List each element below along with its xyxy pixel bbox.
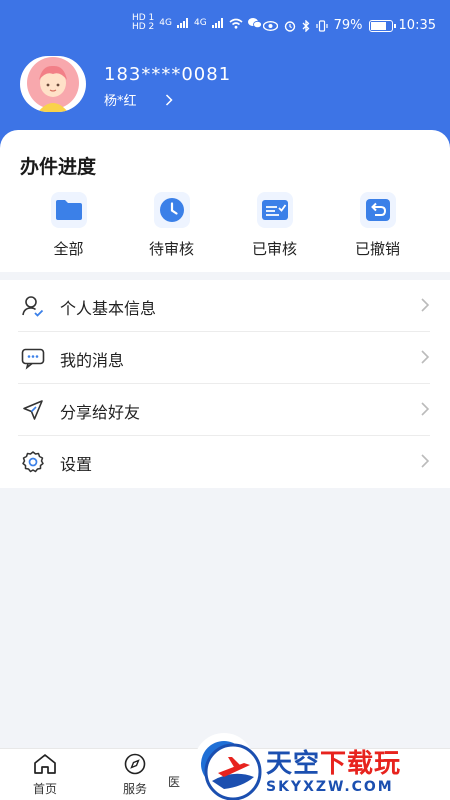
message-icon — [21, 348, 45, 370]
menu-item-share[interactable]: 分享给好友 — [0, 384, 450, 436]
chevron-right-icon — [421, 402, 430, 416]
signal-icon-2 — [211, 18, 223, 28]
eye-icon — [262, 20, 278, 31]
tab-label: 首页 — [32, 782, 57, 796]
avatar-girl-icon — [27, 57, 79, 112]
wifi-icon — [229, 18, 243, 29]
network-label-2: 4G — [194, 18, 207, 28]
progress-item-revoked[interactable]: 已撤销 — [326, 192, 429, 259]
progress-label: 已撤销 — [354, 240, 400, 258]
progress-item-approved[interactable]: 已审核 — [223, 192, 326, 259]
wechat-icon — [247, 18, 262, 29]
alarm-icon — [284, 20, 295, 32]
tab-service[interactable]: 服务 — [105, 753, 165, 797]
user-icon — [22, 296, 44, 317]
avatar[interactable] — [20, 56, 86, 112]
menu-label: 设置 — [60, 455, 93, 474]
watermark-logo-icon — [204, 743, 262, 800]
signal-icon — [177, 18, 188, 28]
user-name: 杨*红 — [104, 94, 137, 109]
vibrate-icon — [316, 19, 328, 32]
menu-item-settings[interactable]: 设置 — [0, 436, 450, 488]
battery-percent: 79% — [333, 18, 363, 33]
battery-icon — [368, 19, 396, 32]
tab-label: 医 — [168, 775, 181, 789]
menu-list: 个人基本信息 我的消息 分享给好友 设置 — [0, 280, 450, 488]
menu-label: 我的消息 — [60, 351, 125, 370]
progress-label: 全部 — [53, 240, 84, 258]
progress-item-all[interactable]: 全部 — [17, 192, 120, 259]
settings-icon — [22, 451, 44, 473]
watermark: 天空下载玩 SKYXZW.COM — [204, 743, 450, 800]
progress-label: 已审核 — [251, 240, 297, 258]
user-name-row[interactable]: 杨*红 — [104, 90, 173, 109]
compass-icon — [124, 753, 146, 775]
approved-icon — [256, 192, 293, 228]
menu-label: 分享给好友 — [60, 403, 141, 422]
status-bar: HD 1 HD 2 4G 4G 79% 10:35 — [0, 0, 450, 52]
chevron-right-icon — [421, 350, 430, 364]
watermark-title: 天空下载玩 — [266, 749, 401, 779]
menu-item-messages[interactable]: 我的消息 — [0, 332, 450, 384]
progress-label: 待审核 — [148, 240, 194, 258]
sim2-label: HD 2 — [132, 22, 155, 32]
chevron-right-icon — [421, 454, 430, 468]
progress-items: 全部 待审核 已审核 已撤销 — [0, 192, 450, 259]
progress-item-pending[interactable]: 待审核 — [120, 192, 223, 259]
battery-fill — [370, 21, 387, 30]
clock-icon — [153, 192, 190, 228]
user-phone: 183****0081 — [104, 64, 232, 85]
share-icon — [23, 400, 43, 420]
network-label: 4G — [159, 18, 172, 28]
bluetooth-icon — [302, 19, 310, 32]
progress-title: 办件进度 — [20, 156, 97, 178]
watermark-title-a: 天空 — [266, 749, 321, 779]
menu-label: 个人基本信息 — [60, 299, 157, 318]
watermark-title-b: 下载玩 — [320, 749, 402, 779]
chevron-right-icon — [421, 298, 430, 312]
home-icon — [34, 754, 56, 774]
clock-time: 10:35 — [398, 18, 436, 33]
tab-home[interactable]: 首页 — [15, 753, 75, 797]
menu-item-profile[interactable]: 个人基本信息 — [0, 280, 450, 332]
status-right: 79% 10:35 — [262, 18, 436, 33]
signal-indicators: HD 1 HD 2 4G 4G — [132, 14, 262, 32]
watermark-subtitle: SKYXZW.COM — [266, 779, 394, 795]
tab-medical[interactable]: 医 — [168, 771, 198, 790]
folder-icon — [50, 192, 87, 228]
chevron-right-icon — [165, 93, 173, 106]
tab-label: 服务 — [122, 782, 147, 796]
undo-icon — [359, 192, 396, 228]
progress-card: 办件进度 全部 待审核 已审核 已撤销 — [0, 130, 450, 272]
